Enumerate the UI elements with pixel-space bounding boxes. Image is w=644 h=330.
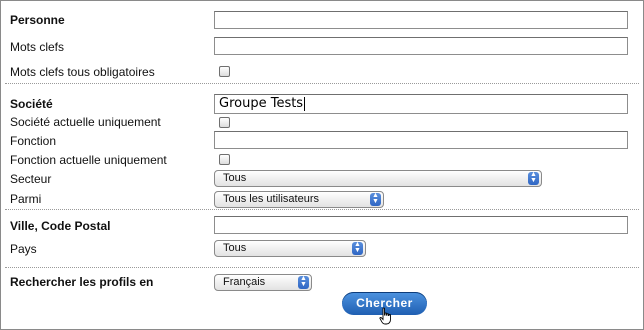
langue-label: Rechercher les profils en — [10, 275, 154, 289]
pays-select[interactable]: Tous ▲ ▼ — [214, 240, 366, 257]
ville-label: Ville, Code Postal — [10, 219, 111, 233]
hand-cursor-icon — [379, 307, 391, 325]
parmi-label: Parmi — [10, 192, 42, 206]
societe-actuelle-checkbox[interactable] — [219, 117, 230, 128]
updown-arrows-icon: ▲ ▼ — [298, 275, 309, 289]
secteur-select-value: Tous — [223, 172, 247, 184]
updown-arrows-icon: ▲ ▼ — [370, 192, 381, 206]
mots-clefs-input[interactable] — [214, 37, 628, 55]
divider — [5, 267, 639, 268]
text-caret — [304, 96, 306, 111]
fonction-actuelle-label: Fonction actuelle uniquement — [10, 153, 167, 167]
mots-clefs-obligatoires-checkbox[interactable] — [219, 66, 230, 77]
mots-clefs-label: Mots clefs — [10, 40, 65, 54]
parmi-select[interactable]: Tous les utilisateurs ▲ ▼ — [214, 191, 384, 208]
secteur-label: Secteur — [10, 172, 52, 186]
ville-input[interactable] — [214, 216, 628, 234]
langue-select-value: Français — [223, 276, 266, 288]
updown-arrows-icon: ▲ ▼ — [528, 171, 539, 185]
updown-arrows-icon: ▲ ▼ — [352, 241, 363, 255]
fonction-label: Fonction — [10, 134, 57, 148]
divider — [5, 83, 639, 84]
parmi-select-value: Tous les utilisateurs — [223, 193, 319, 205]
personne-label: Personne — [10, 13, 65, 27]
societe-input-value: Groupe Tests — [219, 96, 304, 111]
search-form: Personne Mots clefs Mots clefs tous obli… — [0, 0, 644, 330]
fonction-input[interactable] — [214, 131, 628, 149]
langue-select[interactable]: Français ▲ ▼ — [214, 274, 312, 291]
pays-label: Pays — [10, 242, 37, 256]
fonction-actuelle-checkbox[interactable] — [219, 154, 230, 165]
societe-input[interactable]: Groupe Tests — [214, 94, 628, 114]
secteur-select[interactable]: Tous ▲ ▼ — [214, 170, 542, 187]
societe-label: Société — [10, 97, 53, 111]
societe-actuelle-label: Société actuelle uniquement — [10, 115, 161, 129]
mots-clefs-obligatoires-label: Mots clefs tous obligatoires — [10, 65, 155, 79]
personne-input[interactable] — [214, 11, 628, 29]
pays-select-value: Tous — [223, 242, 247, 254]
divider — [5, 209, 639, 210]
